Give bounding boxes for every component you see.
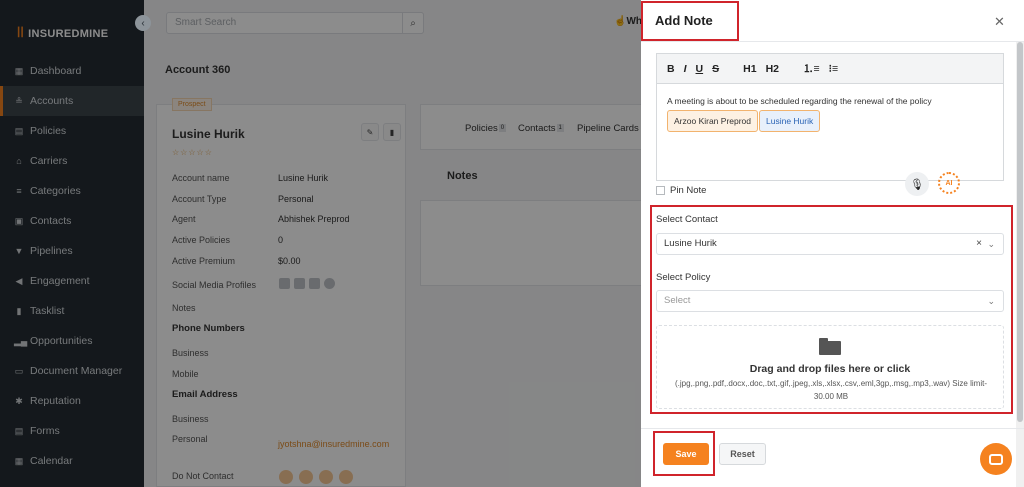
checkbox-box[interactable]: [656, 186, 665, 195]
close-button[interactable]: ✕: [994, 14, 1005, 30]
editor-content[interactable]: A meeting is about to be scheduled regar…: [667, 96, 932, 106]
dropzone-title: Drag and drop files here or click: [749, 363, 911, 375]
policy-select-placeholder: Select: [664, 295, 691, 306]
chevron-down-icon: ⌄: [987, 239, 995, 249]
dropzone-formats: (.jpg,.png,.pdf,.docx,.doc,.txt,.gif,.jp…: [675, 379, 987, 401]
bold-button[interactable]: B: [667, 63, 675, 75]
select-contact-label: Select Contact: [656, 214, 718, 225]
heading2-button[interactable]: H2: [766, 63, 779, 75]
chat-widget-button[interactable]: [980, 443, 1012, 475]
ai-button[interactable]: AI: [938, 172, 960, 194]
add-note-modal: Add Note ✕ B I U S H1 H2 ⒈≡ ⁝≡ A meeting…: [641, 0, 1024, 487]
ai-chip-icon: AI: [945, 179, 953, 187]
scrollbar-thumb[interactable]: [1017, 42, 1023, 422]
policy-select[interactable]: Select ⌄: [656, 290, 1004, 312]
sidebar-collapse-button[interactable]: ‹: [135, 15, 151, 31]
contact-select-value: Lusine Hurik: [664, 238, 717, 249]
folder-icon: [819, 338, 841, 355]
select-policy-label: Select Policy: [656, 272, 711, 283]
bullet-list-button[interactable]: ⁝≡: [829, 63, 838, 75]
editor-toolbar: B I U S H1 H2 ⒈≡ ⁝≡: [657, 54, 1003, 84]
file-dropzone[interactable]: Drag and drop files here or click (.jpg,…: [656, 325, 1004, 409]
heading1-button[interactable]: H1: [743, 63, 756, 75]
header-divider: [641, 41, 1024, 42]
chevron-left-icon: ‹: [141, 17, 145, 29]
modal-backdrop[interactable]: [0, 0, 641, 487]
reset-button[interactable]: Reset: [719, 443, 766, 465]
chevron-down-icon: ⌄: [987, 296, 995, 306]
ordered-list-button[interactable]: ⒈≡: [803, 61, 820, 76]
mention-chip[interactable]: Arzoo Kiran Preprod: [667, 110, 759, 132]
contact-select[interactable]: Lusine Hurik × ⌄: [656, 233, 1004, 255]
close-icon: ✕: [994, 14, 1005, 29]
pin-note-label: Pin Note: [670, 185, 707, 196]
save-button[interactable]: Save: [663, 443, 709, 465]
ordered-list-icon: ⒈≡: [803, 63, 820, 75]
mention-chip[interactable]: Lusine Hurik: [759, 110, 821, 132]
clear-icon[interactable]: ×: [976, 234, 982, 254]
italic-button[interactable]: I: [684, 63, 687, 75]
microphone-icon: 🎙︎: [910, 178, 924, 191]
highlight-box-title: [641, 1, 739, 41]
strikethrough-button[interactable]: S: [712, 63, 719, 75]
underline-button[interactable]: U: [696, 63, 704, 75]
chat-bubble-icon: [989, 453, 1003, 465]
scrollbar[interactable]: [1016, 42, 1024, 487]
microphone-button[interactable]: 🎙︎: [905, 172, 929, 196]
pin-note-checkbox[interactable]: Pin Note: [656, 185, 706, 196]
bullet-list-icon: ⁝≡: [828, 62, 839, 75]
note-editor[interactable]: B I U S H1 H2 ⒈≡ ⁝≡ A meeting is about t…: [656, 53, 1004, 181]
footer-divider: [641, 428, 1024, 429]
